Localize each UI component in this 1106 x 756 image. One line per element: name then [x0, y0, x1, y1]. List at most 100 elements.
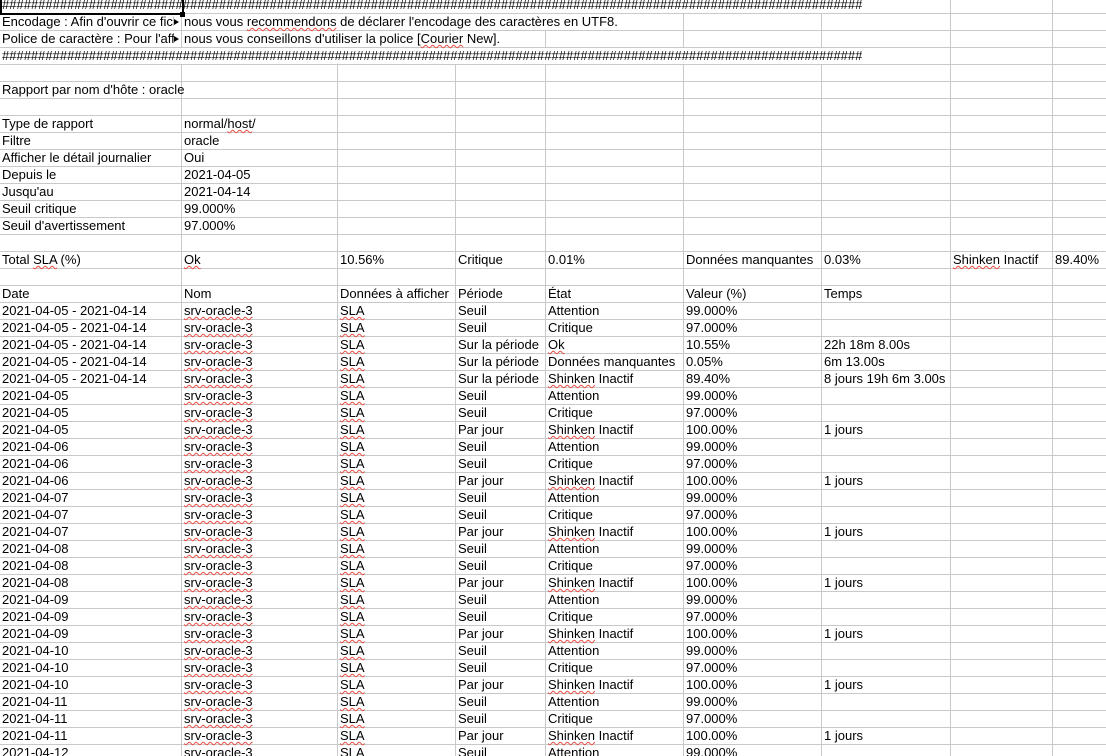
cell-A35[interactable]: 2021-04-08 [0, 575, 182, 591]
cell-B5[interactable] [182, 65, 338, 81]
cell-B21[interactable]: srv-oracle-3 [182, 337, 338, 353]
cell-H11[interactable] [951, 167, 1053, 183]
cell-I13[interactable] [1053, 201, 1106, 217]
cell-A4[interactable]: ########################################… [0, 48, 951, 64]
cell-E6[interactable] [546, 82, 684, 98]
cell-E9[interactable] [546, 133, 684, 149]
cell-H25[interactable] [951, 405, 1053, 421]
cell-H9[interactable] [951, 133, 1053, 149]
cell-F43[interactable]: 97.000% [684, 711, 822, 727]
cell-H41[interactable] [951, 677, 1053, 693]
cell-D32[interactable]: Par jour [456, 524, 546, 540]
cell-C11[interactable] [338, 167, 456, 183]
cell-B11[interactable]: 2021-04-05 [182, 167, 338, 183]
cell-F30[interactable]: 99.000% [684, 490, 822, 506]
cell-D9[interactable] [456, 133, 546, 149]
cell-I40[interactable] [1053, 660, 1106, 676]
cell-H30[interactable] [951, 490, 1053, 506]
cell-I17[interactable] [1053, 269, 1106, 285]
cell-H2[interactable] [951, 14, 1053, 30]
cell-F45[interactable]: 99.000% [684, 745, 822, 756]
cell-E42[interactable]: Attention [546, 694, 684, 710]
cell-G16[interactable]: 0.03% [822, 252, 951, 268]
cell-C27[interactable]: SLA [338, 439, 456, 455]
cell-G32[interactable]: 1 jours [822, 524, 951, 540]
cell-D19[interactable]: Seuil [456, 303, 546, 319]
cell-F31[interactable]: 97.000% [684, 507, 822, 523]
cell-C5[interactable] [338, 65, 456, 81]
cell-I43[interactable] [1053, 711, 1106, 727]
cell-G19[interactable] [822, 303, 951, 319]
cell-D22[interactable]: Sur la période [456, 354, 546, 370]
cell-F27[interactable]: 99.000% [684, 439, 822, 455]
cell-B6[interactable] [182, 82, 338, 98]
cell-I29[interactable] [1053, 473, 1106, 489]
cell-C37[interactable]: SLA [338, 609, 456, 625]
cell-C41[interactable]: SLA [338, 677, 456, 693]
cell-E18[interactable]: État [546, 286, 684, 302]
cell-F35[interactable]: 100.00% [684, 575, 822, 591]
cell-G8[interactable] [822, 116, 951, 132]
cell-E39[interactable]: Attention [546, 643, 684, 659]
cell-F9[interactable] [684, 133, 822, 149]
cell-E35[interactable]: Shinken Inactif [546, 575, 684, 591]
cell-I42[interactable] [1053, 694, 1106, 710]
cell-B44[interactable]: srv-oracle-3 [182, 728, 338, 744]
cell-H40[interactable] [951, 660, 1053, 676]
cell-E8[interactable] [546, 116, 684, 132]
cell-D37[interactable]: Seuil [456, 609, 546, 625]
cell-H28[interactable] [951, 456, 1053, 472]
cell-C15[interactable] [338, 235, 456, 251]
cell-I44[interactable] [1053, 728, 1106, 744]
cell-D41[interactable]: Par jour [456, 677, 546, 693]
cell-A29[interactable]: 2021-04-06 [0, 473, 182, 489]
cell-I18[interactable] [1053, 286, 1106, 302]
cell-A36[interactable]: 2021-04-09 [0, 592, 182, 608]
cell-E45[interactable]: Attention [546, 745, 684, 756]
cell-G36[interactable] [822, 592, 951, 608]
cell-C44[interactable]: SLA [338, 728, 456, 744]
cell-E16[interactable]: 0.01% [546, 252, 684, 268]
cell-G33[interactable] [822, 541, 951, 557]
cell-I23[interactable] [1053, 371, 1106, 387]
cell-E30[interactable]: Attention [546, 490, 684, 506]
cell-F12[interactable] [684, 184, 822, 200]
cell-E7[interactable] [546, 99, 684, 115]
cell-I15[interactable] [1053, 235, 1106, 251]
cell-I30[interactable] [1053, 490, 1106, 506]
cell-H6[interactable] [951, 82, 1053, 98]
cell-G11[interactable] [822, 167, 951, 183]
cell-I24[interactable] [1053, 388, 1106, 404]
cell-G10[interactable] [822, 150, 951, 166]
cell-E40[interactable]: Critique [546, 660, 684, 676]
cell-A8[interactable]: Type de rapport [0, 116, 182, 132]
cell-B15[interactable] [182, 235, 338, 251]
cell-F21[interactable]: 10.55% [684, 337, 822, 353]
cell-H39[interactable] [951, 643, 1053, 659]
cell-H19[interactable] [951, 303, 1053, 319]
cell-C19[interactable]: SLA [338, 303, 456, 319]
cell-A2[interactable]: Encodage : Afin d'ouvrir ce fich [0, 14, 182, 30]
cell-C40[interactable]: SLA [338, 660, 456, 676]
cell-G26[interactable]: 1 jours [822, 422, 951, 438]
cell-B34[interactable]: srv-oracle-3 [182, 558, 338, 574]
cell-G7[interactable] [822, 99, 951, 115]
cell-C31[interactable]: SLA [338, 507, 456, 523]
cell-H23[interactable] [951, 371, 1053, 387]
cell-A37[interactable]: 2021-04-09 [0, 609, 182, 625]
cell-E31[interactable]: Critique [546, 507, 684, 523]
cell-B25[interactable]: srv-oracle-3 [182, 405, 338, 421]
cell-B18[interactable]: Nom [182, 286, 338, 302]
cell-A27[interactable]: 2021-04-06 [0, 439, 182, 455]
cell-C42[interactable]: SLA [338, 694, 456, 710]
cell-D26[interactable]: Par jour [456, 422, 546, 438]
cell-F17[interactable] [684, 269, 822, 285]
cell-F41[interactable]: 100.00% [684, 677, 822, 693]
cell-D5[interactable] [456, 65, 546, 81]
cell-C34[interactable]: SLA [338, 558, 456, 574]
cell-I7[interactable] [1053, 99, 1106, 115]
cell-I38[interactable] [1053, 626, 1106, 642]
cell-E37[interactable]: Critique [546, 609, 684, 625]
cell-A40[interactable]: 2021-04-10 [0, 660, 182, 676]
cell-A9[interactable]: Filtre [0, 133, 182, 149]
